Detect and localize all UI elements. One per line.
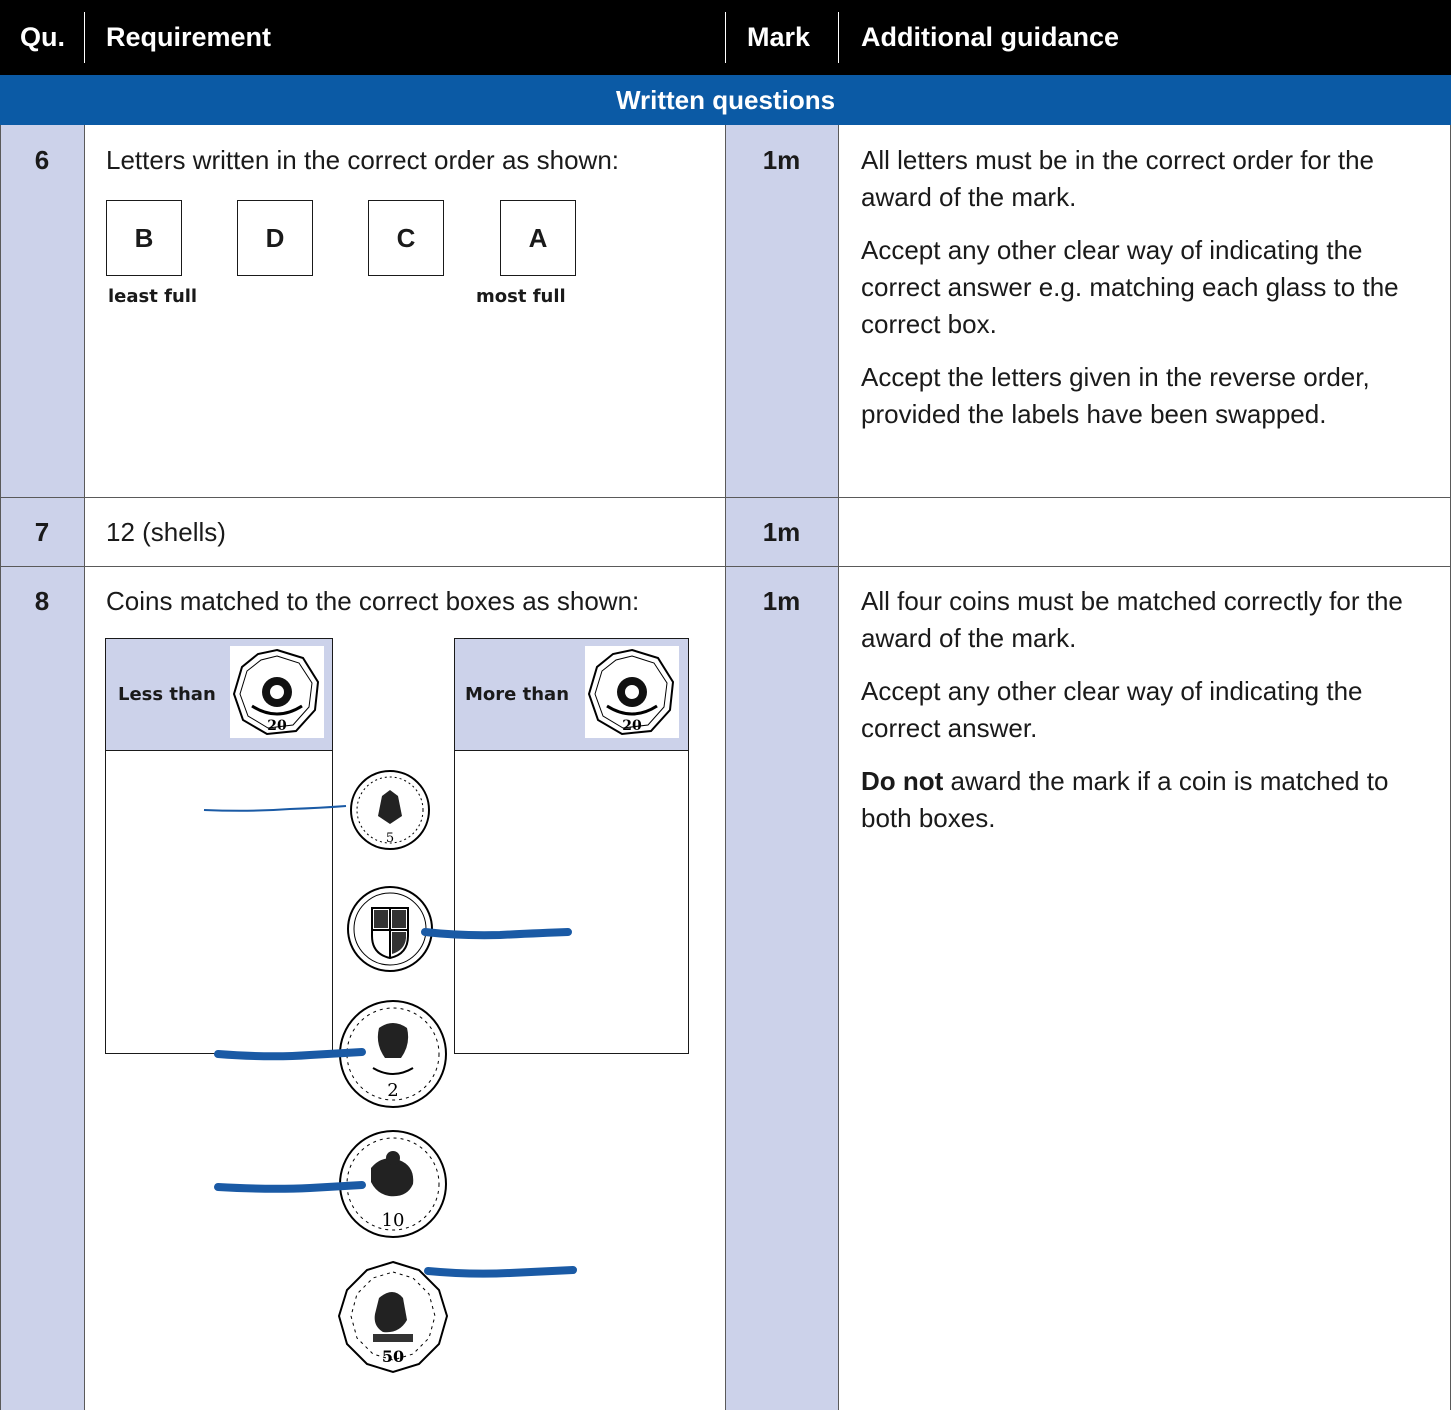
table-header: Qu. Requirement Mark Additional guidance xyxy=(0,0,1451,75)
guidance-paragraph: Accept any other clear way of indicating… xyxy=(861,235,1399,339)
grid-line xyxy=(84,125,85,1410)
mark-value: 1m xyxy=(762,517,801,547)
header-divider xyxy=(84,12,85,63)
coin-value: 2 xyxy=(387,1080,398,1101)
grid-line xyxy=(725,125,726,1410)
guidance-paragraph: All four coins must be matched correctly… xyxy=(861,586,1403,653)
header-guidance: Additional guidance xyxy=(861,22,1120,52)
twenty-pence-coin-icon: 20 xyxy=(230,646,324,738)
grid-line xyxy=(838,125,839,1410)
guidance-text: All letters must be in the correct order… xyxy=(861,142,1431,449)
ten-pence-coin-icon: 10 xyxy=(339,1130,447,1238)
guidance-paragraph: Accept any other clear way of indicating… xyxy=(861,676,1363,743)
answer-box: C xyxy=(368,200,444,276)
coin-value: 50 xyxy=(382,1347,404,1366)
guidance-paragraph: Do not award the mark if a coin is match… xyxy=(861,763,1421,837)
guidance-paragraph: All letters must be in the correct order… xyxy=(861,145,1374,212)
mark-column-shade xyxy=(725,75,838,1410)
qu-column-shade xyxy=(0,75,84,1410)
requirement-text: Coins matched to the correct boxes as sh… xyxy=(106,586,640,616)
question-number: 6 xyxy=(34,145,50,175)
answer-box: A xyxy=(500,200,576,276)
grid-line xyxy=(0,566,1451,567)
more-than-label: More than xyxy=(465,684,570,705)
header-divider xyxy=(838,12,839,63)
grid-line xyxy=(0,125,1,1410)
requirement-text: Letters written in the correct order as … xyxy=(106,145,620,175)
least-full-label: least full xyxy=(108,286,198,307)
section-title: Written questions xyxy=(0,75,1451,125)
five-pence-coin-icon: 5 xyxy=(350,770,430,850)
grid-line xyxy=(0,497,1451,498)
header-requirement: Requirement xyxy=(106,22,272,52)
fifty-pence-coin-icon: 50 xyxy=(337,1260,449,1374)
header-mark: Mark xyxy=(747,22,811,52)
most-full-label: most full xyxy=(476,286,566,307)
mark-value: 1m xyxy=(762,586,801,616)
one-pound-coin-icon xyxy=(347,886,433,972)
header-qu: Qu. xyxy=(20,22,65,52)
question-number: 8 xyxy=(34,586,50,616)
ref-coin-value: 20 xyxy=(622,718,642,734)
mark-value: 1m xyxy=(762,145,801,175)
ref-coin-value: 20 xyxy=(267,718,287,734)
twenty-pence-coin-icon: 20 xyxy=(585,646,679,738)
guidance-text: All four coins must be matched correctly… xyxy=(861,583,1421,853)
coin-value: 5 xyxy=(386,831,394,846)
header-divider xyxy=(725,12,726,63)
question-number: 7 xyxy=(34,517,50,547)
do-not-emphasis: Do not xyxy=(861,766,944,796)
two-pence-coin-icon: 2 xyxy=(339,1000,447,1108)
answer-box: D xyxy=(237,200,313,276)
guidance-paragraph: Accept the letters given in the reverse … xyxy=(861,362,1370,429)
answer-box: B xyxy=(106,200,182,276)
less-than-label: Less than xyxy=(118,684,216,705)
requirement-text: 12 (shells) xyxy=(106,517,226,547)
coin-value: 10 xyxy=(382,1210,405,1231)
